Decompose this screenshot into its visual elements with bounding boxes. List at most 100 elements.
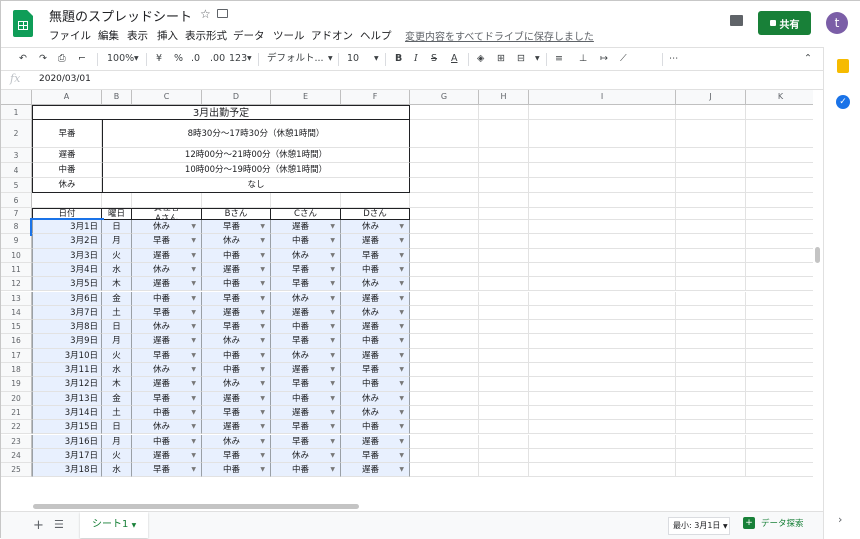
shift-dropdown-cell[interactable]: 休み ▼ bbox=[341, 405, 410, 421]
dropdown-arrow-icon[interactable]: ▼ bbox=[399, 306, 404, 319]
move-folder-icon[interactable] bbox=[217, 9, 228, 18]
dropdown-arrow-icon[interactable]: ▼ bbox=[399, 349, 404, 362]
grid-cell[interactable] bbox=[479, 305, 529, 321]
avatar[interactable]: t bbox=[826, 12, 848, 34]
row-header[interactable]: 11 bbox=[1, 262, 32, 278]
grid-cell[interactable] bbox=[746, 377, 813, 392]
shift-dropdown-cell[interactable]: 休み ▼ bbox=[341, 305, 410, 321]
shift-dropdown-cell[interactable]: 休み ▼ bbox=[202, 234, 271, 249]
grid-cell[interactable] bbox=[410, 420, 479, 435]
grid-cell[interactable] bbox=[479, 320, 529, 335]
grid-cell[interactable] bbox=[529, 220, 676, 235]
row-header[interactable]: 15 bbox=[1, 320, 32, 335]
grid-cell[interactable] bbox=[746, 277, 813, 292]
shift-dropdown-cell[interactable]: 遅番 ▼ bbox=[132, 334, 202, 349]
shift-dropdown-cell[interactable]: 中番 ▼ bbox=[341, 377, 410, 392]
dropdown-arrow-icon[interactable]: ▼ bbox=[399, 249, 404, 262]
dropdown-arrow-icon[interactable]: ▼ bbox=[330, 363, 335, 376]
grid-cell[interactable] bbox=[410, 248, 479, 263]
grid-cell[interactable] bbox=[676, 163, 746, 178]
grid-cell[interactable] bbox=[32, 193, 102, 208]
menu-4[interactable]: 表示形式 bbox=[185, 28, 227, 43]
shift-dropdown-cell[interactable]: 遅番 ▼ bbox=[341, 463, 410, 478]
grid-cell[interactable] bbox=[529, 105, 676, 120]
share-button[interactable]: 共有 bbox=[758, 11, 811, 35]
shift-dropdown-cell[interactable]: 休み ▼ bbox=[271, 448, 341, 464]
chevron-right-icon[interactable]: › bbox=[838, 513, 842, 526]
shift-dropdown-cell[interactable]: 早番 ▼ bbox=[271, 434, 341, 449]
add-sheet-icon[interactable]: + bbox=[33, 518, 44, 533]
shift-dropdown-cell[interactable]: 早番 ▼ bbox=[202, 320, 271, 335]
grid-cell[interactable] bbox=[746, 208, 813, 220]
dropdown-arrow-icon[interactable]: ▼ bbox=[191, 320, 196, 333]
dropdown-arrow-icon[interactable]: ▼ bbox=[191, 435, 196, 448]
shift-dropdown-cell[interactable]: 早番 ▼ bbox=[271, 262, 341, 278]
sheet-tab[interactable]: シート1 ▼ bbox=[80, 512, 148, 538]
row-header[interactable]: 14 bbox=[1, 305, 32, 321]
menu-7[interactable]: アドオン bbox=[311, 28, 353, 43]
shift-dropdown-cell[interactable]: 遅番 ▼ bbox=[341, 320, 410, 335]
column-header[interactable]: A bbox=[32, 90, 102, 105]
shift-dropdown-cell[interactable]: 遅番 ▼ bbox=[132, 248, 202, 263]
shift-dropdown-cell[interactable]: 休み ▼ bbox=[202, 377, 271, 392]
formula-input[interactable]: 2020/03/01 bbox=[39, 74, 91, 84]
grid-cell[interactable] bbox=[479, 193, 529, 208]
grid-cell[interactable] bbox=[746, 320, 813, 335]
grid-cell[interactable] bbox=[410, 120, 479, 148]
shift-dropdown-cell[interactable]: 休み ▼ bbox=[132, 262, 202, 278]
row-header[interactable]: 24 bbox=[1, 448, 32, 464]
menu-0[interactable]: ファイル bbox=[49, 28, 91, 43]
dropdown-arrow-icon[interactable]: ▼ bbox=[330, 263, 335, 276]
row-header[interactable]: 13 bbox=[1, 291, 32, 306]
shift-dropdown-cell[interactable]: 早番 ▼ bbox=[271, 377, 341, 392]
grid-cell[interactable] bbox=[746, 406, 813, 421]
dropdown-arrow-icon[interactable]: ▼ bbox=[260, 392, 265, 405]
grid-cell[interactable] bbox=[676, 178, 746, 193]
dropdown-arrow-icon[interactable]: ▼ bbox=[399, 277, 404, 290]
borders-icon[interactable]: ⊞ bbox=[497, 52, 505, 66]
grid-cell[interactable] bbox=[676, 148, 746, 163]
menu-5[interactable]: データ bbox=[233, 28, 265, 43]
grid-cell[interactable] bbox=[676, 105, 746, 120]
dropdown-arrow-icon[interactable]: ▼ bbox=[260, 249, 265, 262]
grid-cell[interactable] bbox=[271, 193, 341, 208]
shift-dropdown-cell[interactable]: 早番 ▼ bbox=[132, 348, 202, 363]
dropdown-arrow-icon[interactable]: ▼ bbox=[330, 292, 335, 305]
shift-dropdown-cell[interactable]: 遅番 ▼ bbox=[271, 363, 341, 378]
grid-cell[interactable] bbox=[676, 463, 746, 478]
dropdown-arrow-icon[interactable]: ▼ bbox=[260, 363, 265, 376]
grid-cell[interactable] bbox=[529, 248, 676, 263]
shift-dropdown-cell[interactable]: 休み ▼ bbox=[271, 348, 341, 363]
grid-cell[interactable] bbox=[341, 193, 410, 208]
row-header[interactable]: 20 bbox=[1, 391, 32, 406]
grid-cell[interactable] bbox=[676, 334, 746, 349]
dropdown-arrow-icon[interactable]: ▼ bbox=[260, 234, 265, 247]
shift-dropdown-cell[interactable]: 休み ▼ bbox=[202, 434, 271, 449]
grid-cell[interactable] bbox=[479, 291, 529, 306]
grid-cell[interactable] bbox=[410, 193, 479, 208]
grid-cell[interactable] bbox=[529, 334, 676, 349]
shift-dropdown-cell[interactable]: 休み ▼ bbox=[132, 420, 202, 435]
grid-cell[interactable] bbox=[202, 193, 271, 208]
grid-cell[interactable] bbox=[529, 163, 676, 178]
collapse-menu-chevron-up-icon[interactable]: ⌃ bbox=[804, 52, 812, 66]
shift-dropdown-cell[interactable]: 遅番 ▼ bbox=[202, 262, 271, 278]
grid-cell[interactable] bbox=[410, 434, 479, 449]
grid-cell[interactable] bbox=[676, 220, 746, 235]
dropdown-arrow-icon[interactable]: ▼ bbox=[260, 420, 265, 433]
grid-cell[interactable] bbox=[410, 277, 479, 292]
dropdown-arrow-icon[interactable]: ▼ bbox=[191, 349, 196, 362]
row-header[interactable]: 22 bbox=[1, 420, 32, 435]
shift-dropdown-cell[interactable]: 遅番 ▼ bbox=[271, 405, 341, 421]
grid-cell[interactable] bbox=[746, 193, 813, 208]
grid-cell[interactable] bbox=[529, 405, 676, 421]
row-header[interactable]: 4 bbox=[1, 163, 32, 178]
shift-dropdown-cell[interactable]: 中番 ▼ bbox=[202, 463, 271, 478]
dropdown-arrow-icon[interactable]: ▼ bbox=[191, 234, 196, 247]
shift-dropdown-cell[interactable]: 中番 ▼ bbox=[202, 363, 271, 378]
zoom-select[interactable]: 100% bbox=[107, 52, 134, 66]
currency-format-button[interactable]: ¥ bbox=[156, 52, 162, 66]
shift-dropdown-cell[interactable]: 早番 ▼ bbox=[202, 291, 271, 306]
grid-cell[interactable] bbox=[529, 434, 676, 449]
grid-cell[interactable] bbox=[746, 263, 813, 278]
